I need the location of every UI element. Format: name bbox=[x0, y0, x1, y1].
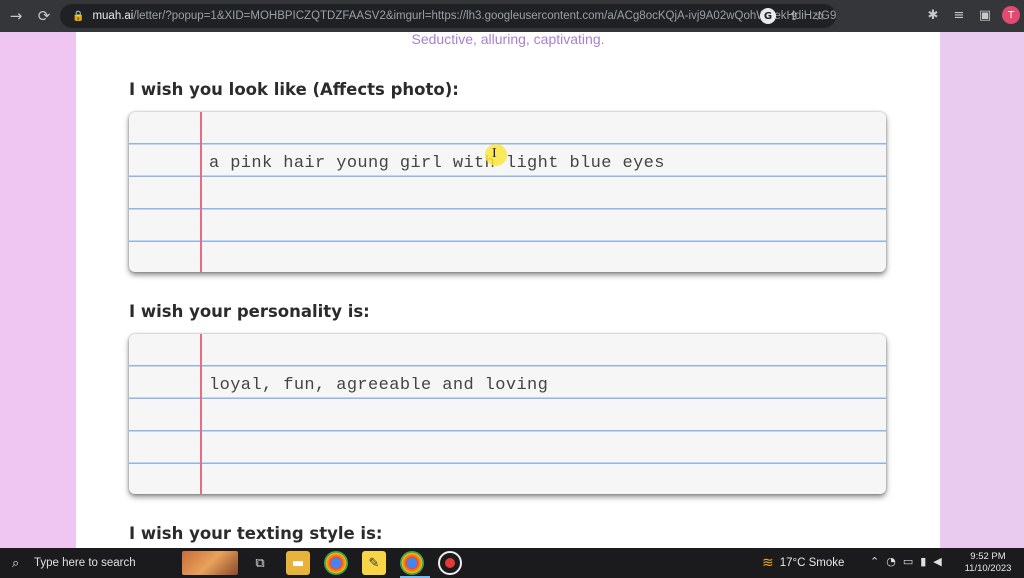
search-placeholder: Type here to search bbox=[34, 557, 136, 569]
chevron-up-icon[interactable]: ⌃ bbox=[870, 555, 879, 568]
personality-label: I wish your personality is: bbox=[129, 302, 370, 321]
weather-text: 17°C Smoke bbox=[779, 556, 845, 569]
look-like-label: I wish you look like (Affects photo): bbox=[129, 80, 459, 99]
extensions-puzzle-icon[interactable]: ✱ bbox=[924, 6, 942, 24]
google-lens-icon[interactable]: G bbox=[760, 8, 776, 24]
browser-toolbar: → ⟳ 🔒 muah.ai/letter/?popup=1&XID=MOHBPI… bbox=[0, 0, 1024, 32]
volume-icon[interactable]: ◀ bbox=[933, 555, 941, 568]
system-tray: ⌃ ◔ ▭ ▮ ◀ bbox=[870, 555, 942, 568]
taskbar-clock[interactable]: 9:52 PM 11/10/2023 bbox=[960, 551, 1016, 575]
chrome-profile-icon[interactable] bbox=[400, 551, 424, 575]
forward-icon[interactable]: → bbox=[4, 4, 28, 28]
reload-icon[interactable]: ⟳ bbox=[32, 4, 56, 28]
share-icon[interactable]: ⇪ bbox=[786, 8, 802, 24]
page-backdrop bbox=[940, 32, 1024, 548]
reading-list-icon[interactable]: ≡ bbox=[950, 6, 968, 24]
address-bar[interactable]: 🔒 muah.ai/letter/?popup=1&XID=MOHBPICZQT… bbox=[60, 4, 836, 28]
search-highlight-image bbox=[182, 551, 238, 575]
personality-value: loyal, fun, agreeable and loving bbox=[209, 376, 549, 395]
url-host: muah.ai bbox=[92, 10, 134, 22]
sticky-notes-icon[interactable]: ✎ bbox=[362, 551, 386, 575]
weather-icon: ≋ bbox=[762, 554, 774, 570]
look-like-value: a pink hair young girl with light blue e… bbox=[209, 154, 665, 173]
battery-icon[interactable]: ▮ bbox=[920, 555, 926, 568]
clock-time: 9:52 PM bbox=[970, 551, 1006, 562]
clock-date: 11/10/2023 bbox=[964, 563, 1012, 574]
chrome-icon[interactable] bbox=[324, 551, 348, 575]
page-subtitle: Seductive, alluring, captivating. bbox=[411, 32, 605, 47]
margin-line bbox=[200, 112, 202, 272]
network-icon[interactable]: ◔ bbox=[886, 555, 896, 568]
screen-recorder-icon[interactable] bbox=[438, 551, 462, 575]
lock-icon[interactable]: 🔒 bbox=[72, 11, 84, 22]
bookmark-star-icon[interactable]: ☆ bbox=[812, 8, 828, 24]
task-view-icon[interactable]: ⧉ bbox=[248, 551, 272, 575]
file-explorer-icon[interactable]: ▬ bbox=[286, 551, 310, 575]
letter-form: Seductive, alluring, captivating. I wish… bbox=[76, 32, 940, 548]
side-panel-icon[interactable]: ▣ bbox=[976, 6, 994, 24]
windows-taskbar: ⌕ Type here to search ⧉ ▬ ✎ ≋ 17°C Smoke… bbox=[0, 548, 1024, 578]
weather-widget[interactable]: ≋ 17°C Smoke bbox=[762, 554, 844, 571]
look-like-textarea[interactable]: a pink hair young girl with light blue e… bbox=[129, 112, 886, 272]
search-icon: ⌕ bbox=[12, 555, 20, 571]
url-path: /letter/?popup=1&XID=MOHBPICZQTDZFAASV2&… bbox=[133, 10, 836, 22]
display-icon[interactable]: ▭ bbox=[903, 555, 913, 568]
margin-line bbox=[200, 334, 202, 494]
text-cursor-icon: I bbox=[492, 146, 497, 161]
texting-style-label: I wish your texting style is: bbox=[129, 524, 383, 543]
profile-avatar[interactable]: T bbox=[1002, 6, 1020, 24]
personality-textarea[interactable]: loyal, fun, agreeable and loving bbox=[129, 334, 886, 494]
